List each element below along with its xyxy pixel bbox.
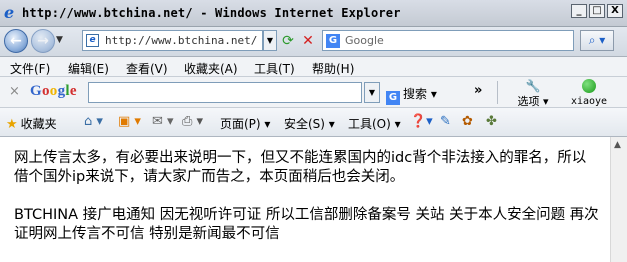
menu-bar: 文件(F) 编辑(E) 查看(V) 收藏夹(A) 工具(T) 帮助(H) — [0, 57, 627, 77]
feeds-icon[interactable]: ▣ ▾ — [118, 114, 141, 129]
scroll-up-icon[interactable]: ▲ — [614, 140, 621, 150]
toolbar-divider — [497, 81, 498, 104]
close-toolbar-icon[interactable]: × — [9, 84, 20, 99]
tools-menu-button[interactable]: 工具(O) ▾ — [348, 115, 401, 132]
more-chevron[interactable]: » — [474, 83, 482, 98]
menu-file[interactable]: 文件(F) — [10, 60, 50, 77]
close-button[interactable]: X — [607, 4, 623, 18]
notice-paragraph-1: 网上传言太多，有必要出来说明一下，但又不能连累国内的idc背个非法接入的罪名，所… — [14, 150, 587, 185]
menu-favorites[interactable]: 收藏夹(A) — [184, 60, 238, 77]
favorites-button[interactable]: ★ 收藏夹 — [6, 115, 57, 132]
page-content: 网上传言太多，有必要出来说明一下，但又不能连累国内的idc背个非法接入的罪名，所… — [0, 137, 627, 262]
forward-button[interactable]: → — [31, 29, 55, 53]
address-url: http://www.btchina.net/ — [105, 34, 258, 47]
user-button[interactable]: xiaoye — [566, 79, 612, 107]
ie-logo-icon: e — [4, 3, 15, 22]
print-icon[interactable]: ⎙ ▾ — [182, 114, 203, 129]
google-logo: Google — [30, 83, 77, 99]
address-toolbar: ← → ▼ e http://www.btchina.net/ ▼ ⟳ ✕ G … — [0, 27, 627, 57]
safety-menu-button[interactable]: 安全(S) ▾ — [284, 115, 335, 132]
messenger-icon[interactable]: ✿ — [462, 114, 473, 129]
address-dropdown-icon[interactable]: ▼ — [263, 30, 277, 51]
maximize-button[interactable]: □ — [589, 4, 605, 18]
address-input[interactable]: e http://www.btchina.net/ — [82, 30, 263, 51]
user-status-icon — [582, 79, 596, 93]
back-button[interactable]: ← — [4, 29, 28, 53]
google-g-icon: G — [386, 91, 400, 105]
page-menu-button[interactable]: 页面(P) ▾ — [220, 115, 270, 132]
research-icon[interactable]: ✎ — [440, 114, 451, 129]
notice-paragraph-2: BTCHINA 接广电通知 因无视听许可证 所以工信部删除备案号 关站 关于本人… — [14, 207, 599, 242]
page-icon: e — [86, 34, 99, 47]
home-icon[interactable]: ⌂ ▾ — [84, 114, 103, 129]
title-bar: e http://www.btchina.net/ - Windows Inte… — [0, 0, 627, 27]
menu-help[interactable]: 帮助(H) — [312, 60, 354, 77]
google-search-button[interactable]: G 搜索 ▾ — [386, 85, 437, 105]
mail-icon[interactable]: ✉ ▾ — [152, 114, 174, 129]
command-bar: ★ 收藏夹 ⌂ ▾ ▣ ▾ ✉ ▾ ⎙ ▾ 页面(P) ▾ 安全(S) ▾ 工具(… — [0, 108, 627, 137]
search-go-button[interactable]: ⌕ ▾ — [580, 30, 614, 51]
google-dropdown-icon[interactable]: ▼ — [364, 82, 380, 103]
window-title: http://www.btchina.net/ - Windows Intern… — [22, 6, 401, 20]
help-icon[interactable]: ❓▾ — [410, 114, 433, 129]
history-dropdown-icon[interactable]: ▼ — [56, 35, 63, 45]
stop-icon[interactable]: ✕ — [298, 31, 318, 51]
search-placeholder: Google — [345, 34, 384, 47]
options-button[interactable]: 🔧 选项 ▾ — [506, 79, 560, 109]
google-toolbar: × Google ▼ G 搜索 ▾ » 🔧 选项 ▾ xiaoye — [0, 77, 627, 108]
wrench-icon: 🔧 — [525, 79, 541, 93]
window-controls: _ □ X — [571, 4, 623, 18]
addon-icon[interactable]: ✤ — [486, 114, 497, 129]
menu-view[interactable]: 查看(V) — [126, 60, 168, 77]
google-search-icon: G — [326, 34, 340, 48]
menu-edit[interactable]: 编辑(E) — [68, 60, 109, 77]
notice-text: 网上传言太多，有必要出来说明一下，但又不能连累国内的idc背个非法接入的罪名，所… — [14, 149, 599, 244]
vertical-scrollbar[interactable]: ▲ — [610, 137, 627, 262]
refresh-icon[interactable]: ⟳ — [278, 31, 298, 51]
search-input[interactable]: G Google — [322, 30, 574, 51]
minimize-button[interactable]: _ — [571, 4, 587, 18]
menu-tools[interactable]: 工具(T) — [254, 60, 295, 77]
star-icon: ★ — [6, 117, 18, 132]
google-search-input[interactable] — [88, 82, 362, 103]
